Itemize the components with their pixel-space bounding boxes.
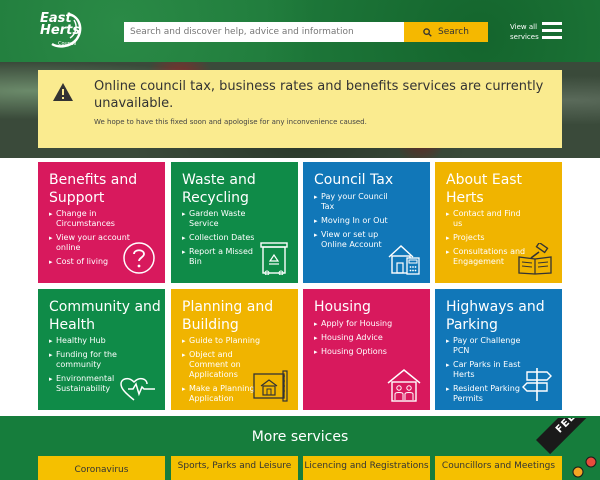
tile-planning-and-building[interactable]: Planning and Building ▸ Guide to Planning… [171,289,298,410]
tile-benefits-and-support[interactable]: Benefits and Support ▸ Change in Circumst… [38,162,165,283]
tile-link[interactable]: ▸ Funding for the community [49,350,135,370]
tile-link[interactable]: ▸ Pay or Challenge PCN [446,336,532,356]
tile-links: ▸ Apply for Housing ▸ Housing Advice ▸ Hous… [314,319,400,361]
tile-council-tax[interactable]: Council Tax ▸ Pay your Council Tax ▸ Movin… [303,162,430,283]
more-service-coronavirus[interactable]: Coronavirus [38,456,165,480]
tile-title[interactable]: Highways and Parking [446,298,558,334]
tile-title[interactable]: Benefits and Support [49,171,161,207]
search-icon [423,27,432,37]
logo-council-text: Council [58,41,77,47]
tile-title[interactable]: Community and Health [49,298,161,334]
tile-title[interactable]: Housing [314,298,426,316]
tile-link[interactable]: ▸ Pay your Council Tax [314,192,400,212]
tile-link[interactable]: ▸ Car Parks in East Herts [446,360,532,380]
logo-text: East Herts [40,12,81,38]
tile-title[interactable]: Planning and Building [182,298,294,334]
site-header: East Herts Council Search View all servi… [0,0,600,62]
tile-community-and-health[interactable]: Community and Health ▸ Healthy Hub ▸ Fundi… [38,289,165,410]
feedback-tab[interactable]: FEEDBACK [536,418,600,480]
signpost-icon [522,368,552,401]
tile-link[interactable]: ▸ Housing Advice [314,333,400,343]
tile-title[interactable]: About East Herts [446,171,558,207]
book-gavel-icon [518,243,552,275]
tile-link[interactable]: ▸ Collection Dates [182,233,268,243]
tile-link[interactable]: ▸ Contact and Find us [446,209,532,229]
alert-title: Online council tax, business rates and b… [94,79,544,111]
tile-link[interactable]: ▸ Change in Circumstances [49,209,135,229]
search-input[interactable] [124,22,404,42]
heart-pulse-icon [120,377,155,401]
search-button[interactable]: Search [404,22,488,42]
tile-link[interactable]: ▸ Resident Parking Permits [446,384,532,404]
tile-link[interactable]: ▸ Report a Missed Bin [182,247,268,267]
tile-link[interactable]: ▸ Moving In or Out [314,216,400,226]
search-button-label: Search [438,27,469,37]
blueprint-icon [253,370,288,402]
tile-links: ▸ Pay or Challenge PCN ▸ Car Parks in East… [446,336,532,408]
house-family-icon [387,369,421,402]
alert-subtitle: We hope to have this fixed soon and apol… [94,118,367,126]
tile-highways-and-parking[interactable]: Highways and Parking ▸ Pay or Challenge P… [435,289,562,410]
tile-housing[interactable]: Housing ▸ Apply for Housing ▸ Housing Advi… [303,289,430,410]
tile-waste-and-recycling[interactable]: Waste and Recycling ▸ Garden Waste Servic… [171,162,298,283]
tile-about-east-herts[interactable]: About East Herts ▸ Contact and Find us ▸ P… [435,162,562,283]
house-calculator-icon [388,245,420,275]
tile-title[interactable]: Council Tax [314,171,426,189]
view-all-line-1: View all [510,23,538,31]
recycle-bin-icon [260,242,288,275]
service-alert: Online council tax, business rates and b… [38,70,562,148]
more-services-title: More services [251,429,349,445]
view-all-services-link[interactable]: View all services [510,22,539,42]
warning-icon [53,83,73,101]
tile-link[interactable]: ▸ Guide to Planning [182,336,268,346]
more-services-section: More services Coronavirus Sports, Parks … [0,416,600,480]
tile-links: ▸ Garden Waste Service ▸ Collection Dates … [182,209,268,271]
tile-title[interactable]: Waste and Recycling [182,171,294,207]
menu-icon[interactable] [542,22,562,40]
tile-link[interactable]: ▸ Healthy Hub [49,336,135,346]
view-all-line-2: services [510,33,539,41]
logo-line-2: Herts [40,23,81,38]
tile-link[interactable]: ▸ Housing Options [314,347,400,357]
question-icon [123,242,155,274]
more-service-licencing-registrations[interactable]: Licencing and Registrations [303,456,430,480]
tile-link[interactable]: ▸ Garden Waste Service [182,209,268,229]
feedback-faces-icon [572,456,597,478]
tile-link[interactable]: ▸ Projects [446,233,532,243]
more-service-sports-parks-leisure[interactable]: Sports, Parks and Leisure [171,456,298,480]
east-herts-logo[interactable]: East Herts Council [38,10,86,52]
tile-link[interactable]: ▸ Apply for Housing [314,319,400,329]
